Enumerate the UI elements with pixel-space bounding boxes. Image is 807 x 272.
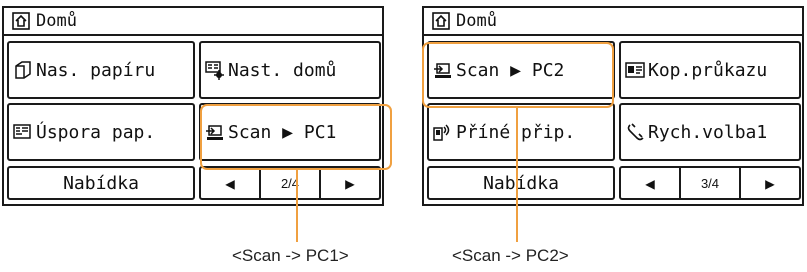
paper-save-button[interactable]: Úspora pap.: [7, 103, 195, 161]
callout-line-pc1: [296, 170, 298, 242]
button-label: Úspora pap.: [36, 121, 156, 143]
scan-tray-icon: [205, 122, 225, 142]
button-label: Nas. papíru: [36, 59, 156, 81]
home-screen-panel-left: Domů Nas. papíru Nast. domů Úspora pap. …: [2, 6, 384, 206]
button-label: Rych.volba1: [648, 121, 768, 143]
header-title: Domů: [36, 11, 77, 31]
home-icon: [12, 12, 30, 30]
callout-label-pc2: <Scan -> PC2>: [452, 246, 569, 265]
menu-button[interactable]: Nabídka: [427, 166, 615, 200]
scan-pc2-button[interactable]: Scan ▶ PC2: [427, 41, 615, 99]
next-page-button[interactable]: ▶: [321, 168, 379, 198]
pager: ◀ 2/4 ▶: [199, 166, 381, 200]
button-label: Scan ▶ PC2: [456, 59, 565, 81]
button-label: Kop.průkazu: [648, 59, 768, 81]
scan-tray-icon: [433, 60, 453, 80]
callout-line-pc2: [516, 108, 518, 242]
paper-icon: [13, 60, 33, 80]
next-page-button[interactable]: ▶: [741, 168, 799, 198]
button-label: Scan ▶ PC1: [228, 121, 337, 143]
screen-header: Domů: [4, 8, 382, 36]
prev-page-button[interactable]: ◀: [621, 168, 679, 198]
screen-header: Domů: [424, 8, 802, 36]
prev-page-button[interactable]: ◀: [201, 168, 259, 198]
home-icon: [432, 12, 450, 30]
speed-dial-icon: [625, 122, 645, 142]
callout-label-pc1: <Scan -> PC1>: [232, 246, 349, 265]
home-settings-button[interactable]: Nast. domů: [199, 41, 381, 99]
menu-label: Nabídka: [63, 172, 139, 194]
paper-save-icon: [13, 122, 33, 142]
id-card-icon: [625, 60, 645, 80]
menu-button[interactable]: Nabídka: [7, 166, 195, 200]
direct-connect-icon: [433, 122, 453, 142]
home-settings-icon: [205, 60, 225, 80]
page-indicator: 3/4: [679, 168, 741, 198]
direct-connect-button[interactable]: Příné přip.: [427, 103, 615, 161]
button-label: Nast. domů: [228, 59, 337, 81]
scan-pc1-button[interactable]: Scan ▶ PC1: [199, 103, 381, 161]
paper-settings-button[interactable]: Nas. papíru: [7, 41, 195, 99]
speed-dial-button[interactable]: Rych.volba1: [619, 103, 801, 161]
menu-label: Nabídka: [483, 172, 559, 194]
page-indicator: 2/4: [259, 168, 321, 198]
pager: ◀ 3/4 ▶: [619, 166, 801, 200]
id-card-copy-button[interactable]: Kop.průkazu: [619, 41, 801, 99]
header-title: Domů: [456, 11, 497, 31]
home-screen-panel-right: Domů Scan ▶ PC2 Kop.průkazu Příné přip. …: [422, 6, 804, 206]
